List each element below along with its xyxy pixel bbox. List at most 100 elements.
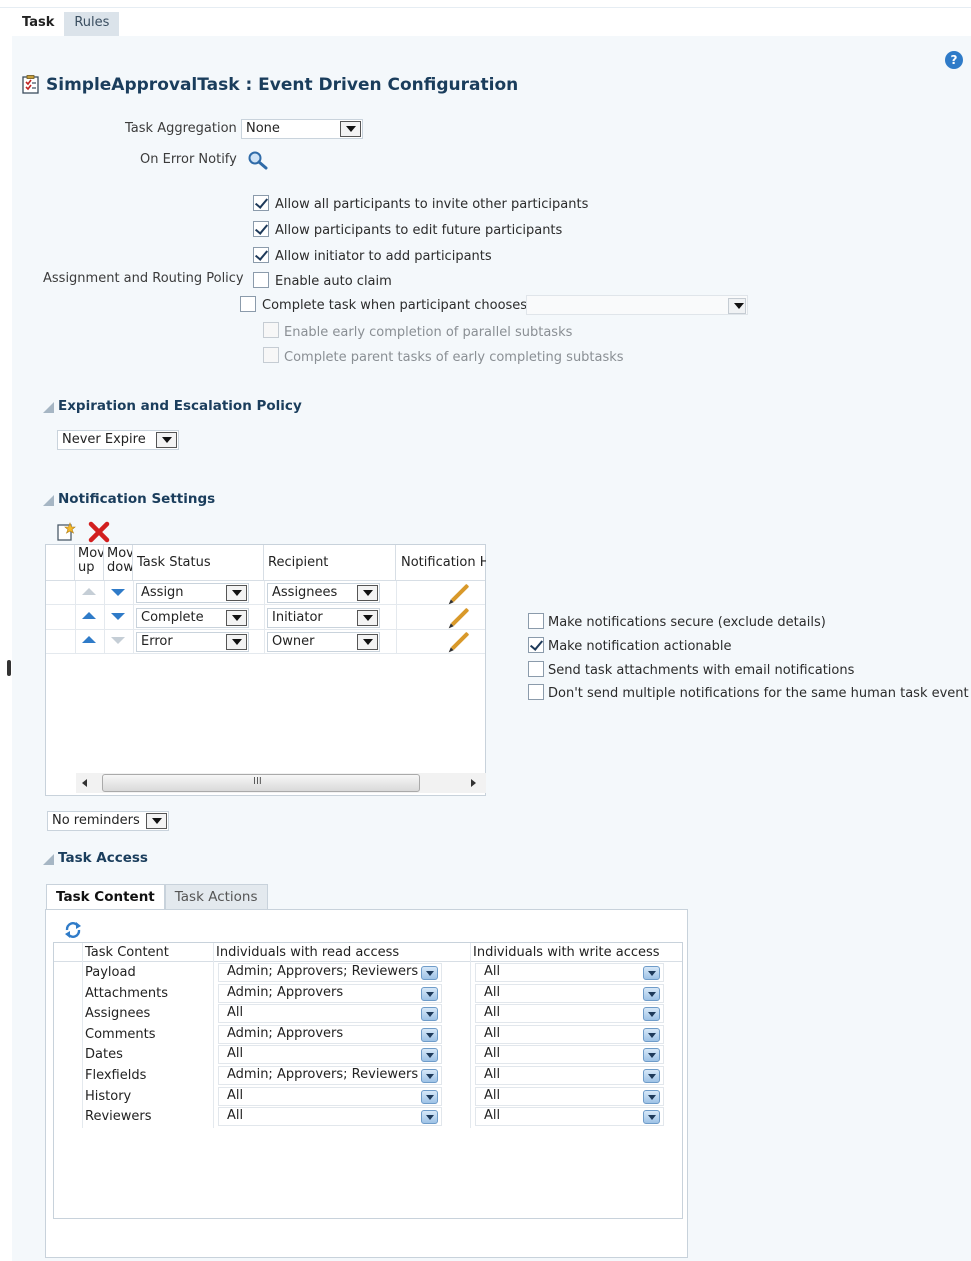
task-status-select[interactable]: Assign xyxy=(136,583,249,603)
write-access-select[interactable]: All xyxy=(475,1045,664,1065)
chevron-down-icon[interactable] xyxy=(226,585,247,601)
row-divider xyxy=(46,653,485,654)
secure-notifications-checkbox[interactable] xyxy=(528,613,544,629)
task-content-name: Assignees xyxy=(85,1006,151,1022)
early-completion-checkbox[interactable] xyxy=(263,322,279,338)
read-access-select[interactable]: All xyxy=(218,1004,442,1024)
horizontal-scrollbar[interactable]: III xyxy=(76,773,486,793)
complete-parent-checkbox[interactable] xyxy=(263,347,279,363)
chevron-down-icon[interactable] xyxy=(226,634,247,650)
collapse-icon[interactable] xyxy=(43,402,54,413)
read-access-select[interactable]: All xyxy=(218,1045,442,1065)
collapse-icon[interactable] xyxy=(43,495,54,506)
invite-participants-label: Allow all participants to invite other p… xyxy=(275,197,589,212)
reminders-select[interactable]: No reminders xyxy=(47,811,169,831)
chevron-down-icon[interactable] xyxy=(421,1110,438,1125)
expiration-header[interactable]: Expiration and Escalation Policy xyxy=(58,398,302,414)
participant-outcome-select[interactable] xyxy=(526,295,748,315)
edit-icon[interactable] xyxy=(450,631,470,651)
chevron-down-icon[interactable] xyxy=(421,1007,438,1022)
complete-when-chooses-checkbox[interactable] xyxy=(240,296,256,312)
task-access-header[interactable]: Task Access xyxy=(58,850,148,866)
chevron-down-icon[interactable] xyxy=(643,1048,660,1063)
chevron-down-icon[interactable] xyxy=(226,610,247,626)
chevron-down-icon[interactable] xyxy=(421,1069,438,1083)
read-access-select[interactable]: Admin; Approvers xyxy=(218,983,442,1003)
read-access-select[interactable]: Admin; Approvers xyxy=(218,1024,442,1044)
refresh-icon[interactable] xyxy=(63,921,83,939)
scroll-left-icon[interactable] xyxy=(82,779,87,787)
write-access-select[interactable]: All xyxy=(475,963,664,982)
add-icon[interactable] xyxy=(56,522,76,542)
chevron-down-icon[interactable] xyxy=(643,1007,660,1022)
delete-icon[interactable] xyxy=(88,521,110,543)
no-multiple-notifications-checkbox[interactable] xyxy=(528,684,544,700)
task-aggregation-select[interactable]: None xyxy=(241,119,363,139)
chevron-down-icon[interactable] xyxy=(421,986,438,1001)
column-recipient: Recipient xyxy=(264,545,396,581)
splitter-handle[interactable] xyxy=(7,660,11,676)
chevron-down-icon[interactable] xyxy=(357,610,378,626)
read-access-value: Admin; Approvers xyxy=(227,1025,344,1041)
chevron-down-icon[interactable] xyxy=(421,966,438,980)
write-access-select[interactable]: All xyxy=(475,983,664,1003)
help-icon[interactable]: ? xyxy=(945,51,963,69)
scrollbar-thumb[interactable]: III xyxy=(102,774,420,792)
chevron-down-icon[interactable] xyxy=(643,1027,660,1042)
search-icon[interactable] xyxy=(247,150,269,170)
actionable-notification-checkbox[interactable] xyxy=(528,637,544,653)
move-down-icon[interactable] xyxy=(111,589,125,596)
task-status-select[interactable]: Error xyxy=(136,632,249,652)
edit-icon[interactable] xyxy=(450,583,470,603)
chevron-down-icon[interactable] xyxy=(421,1027,438,1042)
collapse-icon[interactable] xyxy=(43,854,54,865)
chevron-down-icon[interactable] xyxy=(643,1069,660,1083)
chevron-down-icon[interactable] xyxy=(643,1089,660,1104)
write-access-select[interactable]: All xyxy=(475,1107,664,1127)
recipient-select[interactable]: Owner xyxy=(267,632,380,652)
tab-task[interactable]: Task xyxy=(12,12,64,36)
chevron-down-icon[interactable] xyxy=(643,966,660,980)
chevron-down-icon[interactable] xyxy=(728,298,746,314)
read-access-select[interactable]: Admin; Approvers; Reviewers xyxy=(218,963,442,982)
recipient-select[interactable]: Assignees xyxy=(267,583,380,603)
send-attachments-label: Send task attachments with email notific… xyxy=(548,663,855,678)
read-access-select[interactable]: Admin; Approvers; Reviewers xyxy=(218,1066,442,1085)
notification-header[interactable]: Notification Settings xyxy=(58,491,215,507)
write-access-select[interactable]: All xyxy=(475,1086,664,1106)
write-access-select[interactable]: All xyxy=(475,1066,664,1085)
write-access-select[interactable]: All xyxy=(475,1024,664,1044)
task-content-name: Flexfields xyxy=(85,1068,147,1083)
chevron-down-icon[interactable] xyxy=(340,121,361,137)
move-up-icon[interactable] xyxy=(82,612,96,619)
edit-future-participants-checkbox[interactable] xyxy=(253,221,269,237)
edit-icon[interactable] xyxy=(450,607,470,627)
chevron-down-icon[interactable] xyxy=(421,1089,438,1104)
move-up-icon xyxy=(82,588,96,595)
chevron-down-icon[interactable] xyxy=(643,1110,660,1125)
expiration-select[interactable]: Never Expire xyxy=(57,430,179,450)
chevron-down-icon[interactable] xyxy=(357,634,378,650)
write-access-value: All xyxy=(484,1025,501,1041)
move-down-icon[interactable] xyxy=(111,613,125,620)
move-up-icon[interactable] xyxy=(82,636,96,643)
task-status-select[interactable]: Complete xyxy=(136,608,249,628)
scroll-right-icon[interactable] xyxy=(471,779,476,787)
tab-task-content[interactable]: Task Content xyxy=(46,884,165,910)
reminders-value: No reminders xyxy=(52,813,140,828)
chevron-down-icon[interactable] xyxy=(146,813,167,829)
chevron-down-icon[interactable] xyxy=(357,585,378,601)
read-access-select[interactable]: All xyxy=(218,1107,442,1127)
tab-task-actions[interactable]: Task Actions xyxy=(164,884,268,910)
chevron-down-icon[interactable] xyxy=(421,1048,438,1063)
chevron-down-icon[interactable] xyxy=(156,432,177,448)
auto-claim-checkbox[interactable] xyxy=(253,272,269,288)
send-attachments-checkbox[interactable] xyxy=(528,661,544,677)
initiator-add-participants-checkbox[interactable] xyxy=(253,247,269,263)
invite-participants-checkbox[interactable] xyxy=(253,195,269,211)
write-access-select[interactable]: All xyxy=(475,1004,664,1024)
recipient-select[interactable]: Initiator xyxy=(267,608,380,628)
read-access-select[interactable]: All xyxy=(218,1086,442,1106)
chevron-down-icon[interactable] xyxy=(643,986,660,1001)
tab-rules[interactable]: Rules xyxy=(64,12,120,36)
